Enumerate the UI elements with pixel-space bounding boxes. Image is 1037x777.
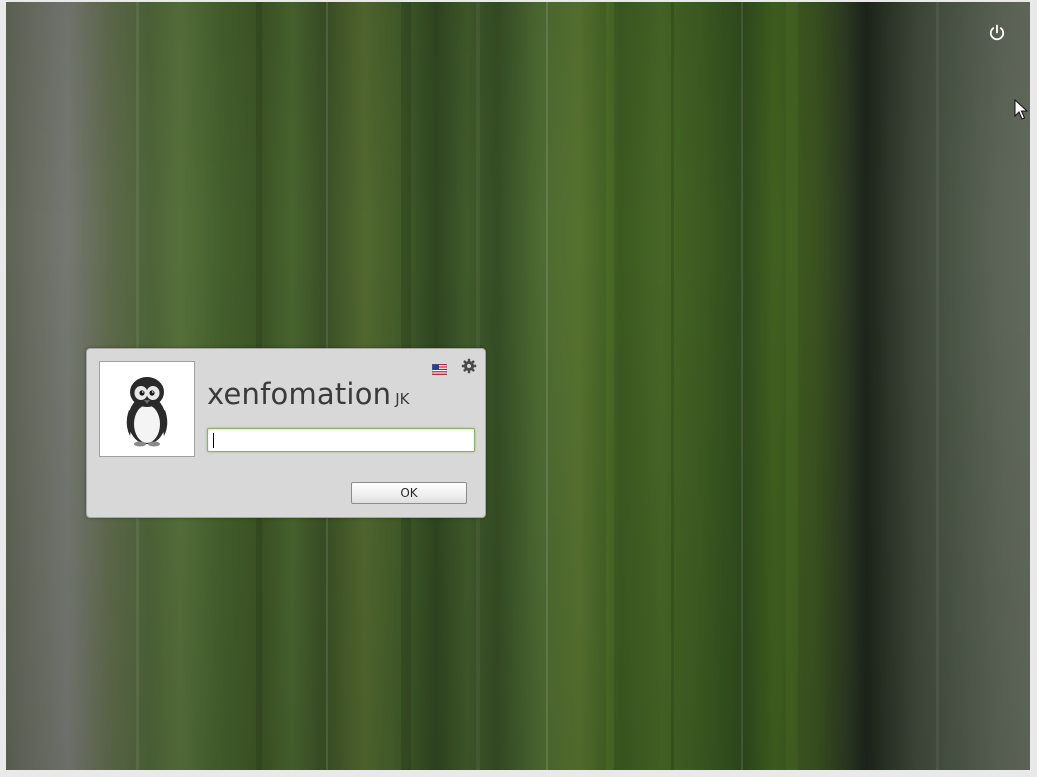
wallpaper-streak	[741, 2, 743, 770]
username-label: xenfomation	[207, 377, 392, 411]
gear-icon	[461, 358, 477, 374]
penguin-avatar-icon	[126, 377, 168, 447]
power-icon	[989, 24, 1005, 41]
mouse-pointer-icon	[1014, 99, 1028, 120]
ok-button[interactable]: OK	[351, 482, 467, 504]
login-dialog: xenfomation JK OK	[86, 348, 486, 518]
language-selector[interactable]	[431, 360, 448, 376]
us-flag-icon	[431, 363, 448, 376]
text-caret	[213, 433, 214, 448]
wallpaper-streak	[606, 2, 614, 770]
password-input[interactable]	[207, 428, 475, 452]
session-settings-button[interactable]	[461, 358, 477, 374]
user-tag-label: JK	[395, 390, 410, 408]
wallpaper-streak	[671, 2, 674, 770]
power-button[interactable]	[986, 22, 1008, 44]
wallpaper-streak	[546, 2, 548, 770]
wallpaper-streak	[786, 2, 798, 770]
wallpaper-streak	[936, 2, 939, 770]
user-identity: xenfomation JK	[207, 377, 409, 411]
user-avatar	[99, 361, 195, 457]
